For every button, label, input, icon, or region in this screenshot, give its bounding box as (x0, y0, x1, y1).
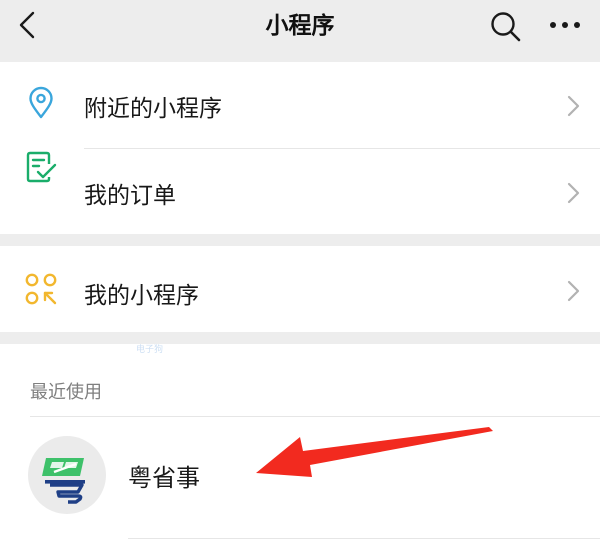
chevron-right-icon (567, 95, 580, 117)
row-divider (128, 538, 600, 539)
chevron-right-icon (567, 280, 580, 302)
menu-item-label: 我的小程序 (84, 283, 199, 309)
menu-item-label: 附近的小程序 (84, 96, 222, 122)
menu-card-my-programs: 我的小程序 (0, 246, 600, 332)
yue-sheng-shi-logo-icon (42, 458, 85, 504)
search-icon[interactable] (488, 9, 522, 43)
menu-item-label: 我的订单 (84, 183, 176, 209)
section-heading-recent: 最近使用 (30, 382, 102, 403)
mini-program-grid-icon (25, 273, 57, 305)
menu-card-primary: 附近的小程序 我的订单 (0, 62, 600, 234)
annotation-arrow (256, 427, 493, 477)
recent-app-name[interactable]: 粤省事 (128, 458, 200, 493)
menu-item-my-orders[interactable]: 我的订单 (0, 149, 600, 234)
watermark: 电子狗 (136, 345, 164, 355)
chevron-right-icon (567, 182, 580, 204)
menu-item-nearby-mini-programs[interactable]: 附近的小程序 (0, 62, 600, 148)
order-list-icon (26, 151, 57, 183)
location-pin-icon (29, 86, 53, 119)
menu-item-my-mini-programs[interactable]: 我的小程序 (0, 246, 600, 332)
navigation-bar: 小程序 (0, 0, 600, 56)
more-horizontal-icon[interactable] (545, 12, 585, 38)
app-logo-yue-sheng-shi[interactable] (28, 436, 106, 514)
